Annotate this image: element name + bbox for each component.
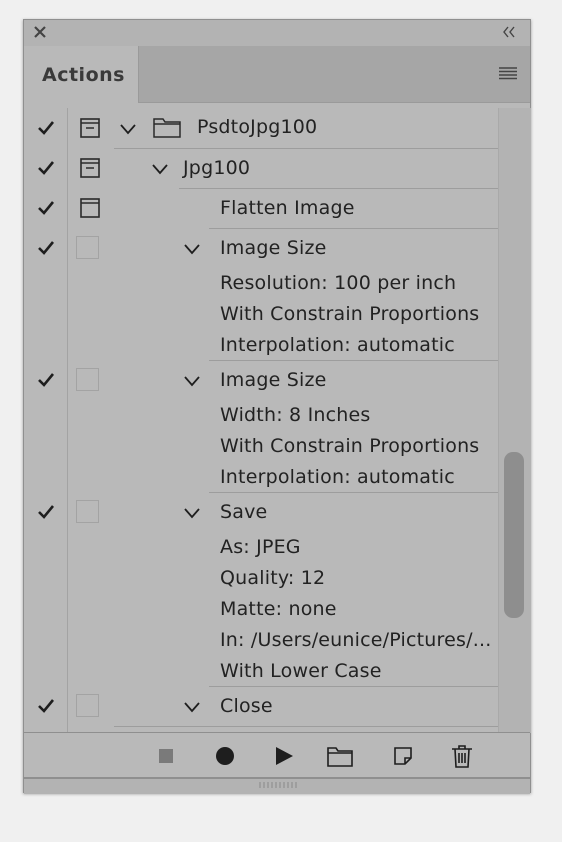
command-row-flatten[interactable]: Flatten Image	[24, 189, 498, 229]
checkmark-icon[interactable]	[37, 200, 55, 216]
dialog-toggle-empty[interactable]	[76, 368, 99, 391]
command-label: Save	[220, 501, 268, 523]
command-parameter: As: JPEG	[220, 536, 301, 558]
dialog-toggle-icon[interactable]	[79, 197, 101, 219]
checkmark-icon[interactable]	[37, 504, 55, 520]
command-label: Image Size	[220, 237, 327, 259]
command-parameter: Width: 8 Inches	[220, 404, 371, 426]
command-row-close[interactable]: Close	[24, 687, 498, 727]
action-label: Jpg100	[183, 157, 251, 179]
action-set-row[interactable]: PsdtoJpg100	[24, 108, 498, 149]
command-parameter: Matte: none	[220, 598, 337, 620]
actions-toolbar	[24, 732, 530, 778]
panel-titlebar	[24, 20, 530, 47]
checkmark-icon[interactable]	[37, 698, 55, 714]
actions-list: PsdtoJpg100 Jpg100 Flatten Image Image S…	[24, 108, 498, 733]
checkmark-icon[interactable]	[37, 240, 55, 256]
command-row-image-size[interactable]: Image Size Resolution: 100 per inch With…	[24, 229, 498, 361]
double-chevron-left-icon[interactable]	[502, 26, 516, 38]
dialog-toggle-empty[interactable]	[76, 694, 99, 717]
resize-grip[interactable]	[24, 777, 530, 794]
command-parameter: Interpolation: automatic	[220, 334, 455, 356]
action-row[interactable]: Jpg100	[24, 149, 498, 189]
play-icon	[276, 746, 293, 765]
command-parameter: With Lower Case	[220, 660, 382, 682]
panel-tabbar: Actions	[24, 46, 530, 103]
scrollbar-track[interactable]	[498, 108, 531, 733]
actions-panel: Actions PsdtoJpg100 Jpg100 Flatten Image…	[23, 19, 531, 794]
chevron-down-icon[interactable]	[183, 701, 201, 713]
command-label: Close	[220, 695, 273, 717]
trash-icon	[452, 744, 472, 768]
new-action-button[interactable]	[388, 733, 418, 778]
delete-button[interactable]	[447, 733, 477, 778]
tab-actions[interactable]: Actions	[24, 46, 139, 103]
chevron-down-icon[interactable]	[119, 123, 137, 135]
action-set-label: PsdtoJpg100	[197, 116, 318, 138]
row-separator	[114, 726, 498, 727]
scrollbar-thumb[interactable]	[504, 452, 524, 618]
chevron-down-icon[interactable]	[183, 243, 201, 255]
dialog-toggle-icon[interactable]	[79, 117, 101, 139]
command-parameter: In: /Users/eunice/Pictures/...	[220, 629, 492, 651]
record-button[interactable]	[210, 733, 240, 778]
command-parameter: Interpolation: automatic	[220, 466, 455, 488]
folder-icon	[327, 746, 353, 767]
grip-icon	[259, 782, 297, 788]
stop-icon	[159, 748, 173, 763]
command-parameter: With Constrain Proportions	[220, 435, 480, 457]
record-icon	[216, 746, 234, 765]
command-label: Flatten Image	[220, 197, 355, 219]
hamburger-menu-icon[interactable]	[498, 66, 518, 80]
checkmark-icon[interactable]	[37, 120, 55, 136]
dialog-toggle-empty[interactable]	[76, 236, 99, 259]
play-button[interactable]	[269, 733, 299, 778]
command-parameter: Resolution: 100 per inch	[220, 272, 457, 294]
new-item-icon	[394, 746, 412, 765]
command-row-save[interactable]: Save As: JPEG Quality: 12 Matte: none In…	[24, 493, 498, 687]
folder-icon	[153, 118, 181, 138]
checkmark-icon[interactable]	[37, 160, 55, 176]
chevron-down-icon[interactable]	[183, 375, 201, 387]
tab-actions-label: Actions	[42, 64, 125, 86]
dialog-toggle-icon[interactable]	[79, 157, 101, 179]
command-label: Image Size	[220, 369, 327, 391]
chevron-down-icon[interactable]	[183, 507, 201, 519]
chevron-down-icon[interactable]	[151, 163, 169, 175]
new-set-button[interactable]	[324, 733, 356, 778]
command-parameter: With Constrain Proportions	[220, 303, 480, 325]
close-icon[interactable]	[33, 25, 47, 39]
checkmark-icon[interactable]	[37, 372, 55, 388]
command-row-image-size[interactable]: Image Size Width: 8 Inches With Constrai…	[24, 361, 498, 493]
dialog-toggle-empty[interactable]	[76, 500, 99, 523]
command-parameter: Quality: 12	[220, 567, 326, 589]
stop-button[interactable]	[152, 733, 180, 778]
